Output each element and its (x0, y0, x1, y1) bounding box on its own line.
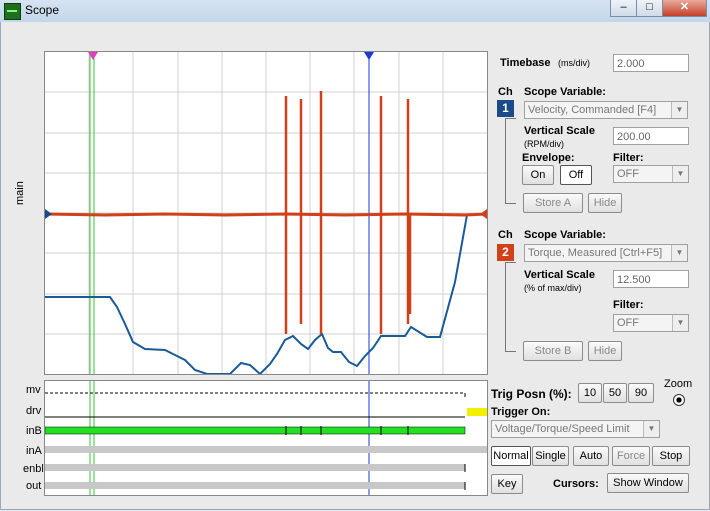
envelope-on-button[interactable]: On (522, 165, 554, 185)
trigger-on-label: Trigger On: (491, 406, 551, 418)
ch1-level-marker (45, 209, 52, 219)
analog-plot[interactable] (44, 51, 488, 375)
digital-channels-panel (44, 380, 488, 496)
trigger-force-button[interactable]: Force (612, 446, 650, 466)
digital-label-inB: inB (26, 425, 42, 437)
ch2-filter-label: Filter: (613, 299, 644, 311)
digital-label-mv: mv (26, 384, 41, 396)
digital-channels-svg (45, 381, 487, 495)
ch2-scope-variable-label: Scope Variable: (524, 229, 606, 241)
trig-posn-50-button[interactable]: 50 (603, 383, 627, 403)
trigger-normal-button[interactable]: Normal (491, 446, 531, 466)
digital-label-drv: drv (26, 405, 42, 417)
out-signal (45, 482, 465, 489)
ch2-vertical-scale-label: Vertical Scale (524, 269, 595, 281)
trigger-on-value: Voltage/Torque/Speed Limit (495, 423, 630, 435)
ch1-scope-variable-label: Scope Variable: (524, 86, 606, 98)
inB-signal (45, 426, 466, 435)
ch2-filter-value: OFF (617, 317, 639, 329)
torque-trace (45, 212, 487, 217)
ch1-vertical-scale-input[interactable]: 200.00 (613, 127, 689, 145)
ch1-scope-variable-value: Velocity, Commanded [F4] (528, 104, 657, 116)
key-button[interactable]: Key (491, 474, 523, 494)
trigger-auto-button[interactable]: Auto (573, 446, 609, 466)
title-bar: Scope – □ ✕ (0, 0, 710, 23)
digital-label-inA: inA (26, 445, 42, 457)
store-a-button[interactable]: Store A (523, 193, 583, 213)
trig-posn-10-button[interactable]: 10 (578, 383, 602, 403)
cursor-marker-blue (364, 52, 374, 60)
chevron-down-icon: ▼ (672, 166, 688, 182)
digital-label-out: out (26, 480, 42, 492)
ch1-filter-select[interactable]: OFF ▼ (613, 165, 689, 183)
ch2-scope-variable-value: Torque, Measured [Ctrl+F5] (528, 247, 663, 259)
hide-ch1-button[interactable]: Hide (588, 193, 622, 213)
inA-signal (45, 446, 487, 453)
ch2-scope-variable-select[interactable]: Torque, Measured [Ctrl+F5] ▼ (524, 244, 688, 262)
ch1-envelope-label: Envelope: (522, 152, 575, 164)
timebase-input[interactable]: 2.000 (613, 54, 689, 72)
chevron-down-icon: ▼ (671, 245, 687, 261)
trig-posn-label: Trig Posn (%): (491, 387, 572, 401)
show-window-button[interactable]: Show Window (607, 473, 689, 493)
ch1-vertical-scale-unit: (RPM/div) (524, 139, 564, 149)
chevron-down-icon: ▼ (672, 315, 688, 331)
ch1-bracket (505, 118, 516, 204)
trigger-stop-button[interactable]: Stop (652, 446, 690, 466)
close-button[interactable]: ✕ (662, 0, 707, 17)
window-title: Scope (25, 3, 60, 17)
timebase-label: Timebase (500, 57, 551, 69)
ch1-vertical-scale-label: Vertical Scale (524, 125, 595, 137)
timebase-unit: (ms/div) (558, 58, 590, 68)
drv-active (467, 408, 487, 416)
digital-label-enbl: enbl (23, 463, 44, 475)
ch2-bracket (505, 262, 516, 352)
envelope-off-button[interactable]: Off (560, 165, 592, 185)
ch2-filter-select[interactable]: OFF ▼ (613, 314, 689, 332)
scope-app-icon (4, 3, 21, 20)
ch2-number-badge: 2 (497, 244, 514, 261)
ch1-filter-value: OFF (617, 168, 639, 180)
trigger-single-button[interactable]: Single (532, 446, 569, 466)
chevron-down-icon: ▼ (643, 421, 659, 437)
minimize-button[interactable]: – (610, 0, 637, 17)
cursors-label: Cursors: (553, 478, 599, 490)
chevron-down-icon: ▼ (671, 102, 687, 118)
ch1-number-badge: 1 (497, 100, 514, 117)
maximize-button[interactable]: □ (636, 0, 663, 17)
trig-posn-90-button[interactable]: 90 (628, 383, 654, 403)
ch1-filter-label: Filter: (613, 152, 644, 164)
zoom-radio[interactable] (673, 394, 685, 406)
enbl-signal (45, 464, 465, 471)
analog-plot-svg (45, 52, 487, 374)
ch1-scope-variable-select[interactable]: Velocity, Commanded [F4] ▼ (524, 101, 688, 119)
ch2-level-marker (480, 209, 487, 219)
store-b-button[interactable]: Store B (523, 341, 583, 361)
trigger-on-select[interactable]: Voltage/Torque/Speed Limit ▼ (491, 420, 660, 438)
hide-ch2-button[interactable]: Hide (588, 341, 622, 361)
zoom-label: Zoom (664, 378, 693, 390)
ch2-vertical-scale-input[interactable]: 12.500 (613, 270, 689, 288)
ch2-vertical-scale-unit: (% of max/div) (524, 283, 582, 293)
plot-y-axis-label: main (14, 181, 26, 205)
ch2-ch-label: Ch (498, 229, 513, 241)
ch1-ch-label: Ch (498, 86, 513, 98)
